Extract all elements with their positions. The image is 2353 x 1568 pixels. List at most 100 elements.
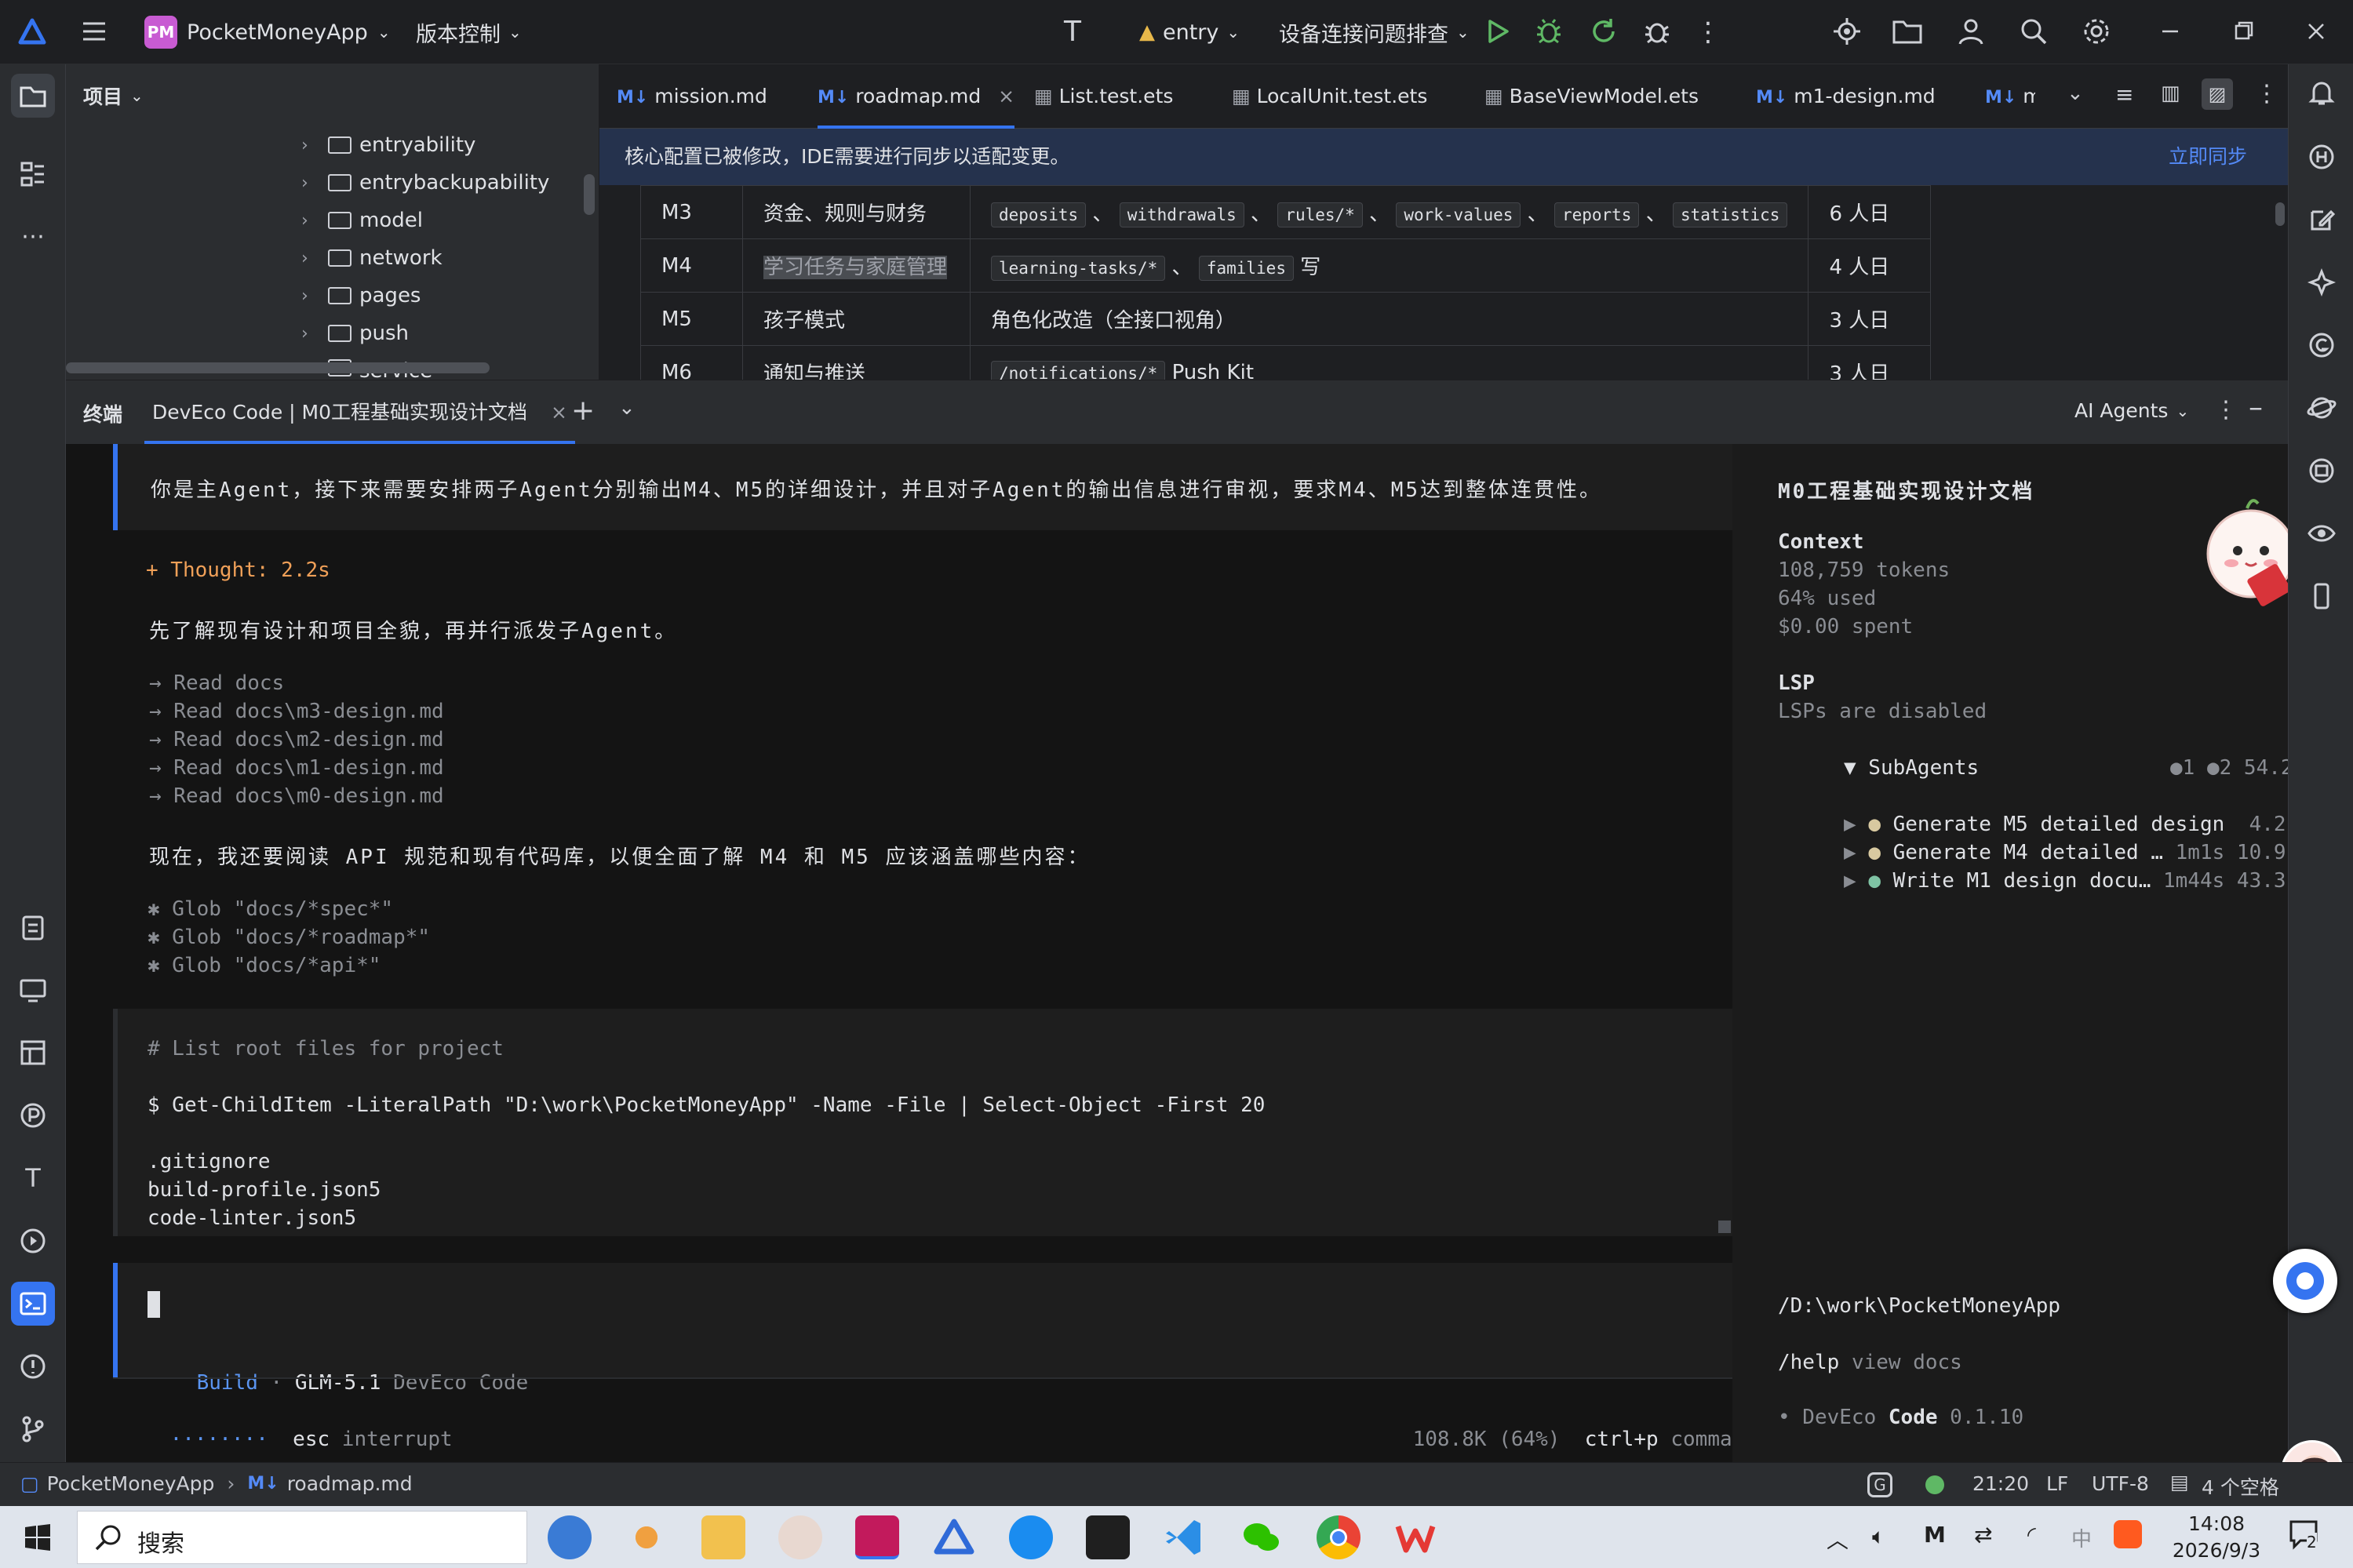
tab-roadmap-md[interactable]: M↓ roadmap.md × — [818, 64, 1015, 129]
tree-item-entryability[interactable]: › entryability — [301, 133, 475, 157]
taskbar-jetbrains-icon[interactable] — [855, 1515, 899, 1559]
tray-chevron-up-icon[interactable]: ︿ — [1827, 1523, 1849, 1555]
account-icon[interactable] — [1955, 16, 1987, 47]
app-logo-icon[interactable] — [17, 17, 47, 47]
problems-tool-icon[interactable] — [11, 1344, 55, 1388]
taskbar-file-explorer-icon[interactable] — [701, 1515, 745, 1559]
taskbar-app-blue-c-icon[interactable] — [1009, 1515, 1053, 1559]
tab-baseviewmodel-ets[interactable]: ▦ BaseViewModel.ets — [1484, 64, 1699, 129]
taskbar-deveco-icon[interactable] — [932, 1515, 976, 1559]
mascot-sticker[interactable] — [2200, 491, 2302, 609]
typography-tool-icon[interactable]: T — [11, 1156, 55, 1200]
taskbar-terminal-icon[interactable] — [1086, 1515, 1130, 1559]
close-icon[interactable] — [2302, 17, 2330, 45]
tree-item-model[interactable]: › model — [301, 209, 423, 232]
close-tab-icon[interactable]: × — [998, 85, 1014, 107]
tab-m1-design-md[interactable]: M↓ m1-design.md — [1756, 64, 1936, 129]
indent-setting[interactable]: 4 个空格 — [2202, 1472, 2288, 1501]
todo-tool-icon[interactable] — [11, 905, 55, 949]
taskbar-wps-icon[interactable] — [1393, 1515, 1437, 1559]
breadcrumb-file[interactable]: roadmap.md — [287, 1472, 413, 1495]
project-panel-header[interactable]: 项目 ⌄ — [83, 82, 144, 110]
tree-item-network[interactable]: › network — [301, 246, 443, 270]
eye-icon[interactable] — [2303, 518, 2340, 555]
line-ending[interactable]: LF — [2046, 1472, 2068, 1495]
split-view-icon[interactable]: ▥ — [2161, 82, 2180, 105]
layout-tool-icon[interactable] — [11, 1031, 55, 1075]
preview-icon[interactable]: ▨ — [2202, 78, 2233, 110]
add-tab-icon[interactable]: + — [571, 395, 595, 427]
minimize-panel-icon[interactable]: – — [2249, 391, 2263, 424]
apply-changes-icon[interactable] — [1588, 16, 1619, 47]
terminal-tool-icon[interactable] — [11, 1282, 55, 1326]
taskbar-vscode-icon[interactable] — [1163, 1515, 1207, 1559]
device-manager-icon[interactable] — [11, 968, 55, 1012]
cursor-position[interactable]: 21:20 — [1972, 1472, 2029, 1495]
gear-icon[interactable] — [2081, 16, 2112, 47]
project-tool-icon[interactable] — [11, 74, 55, 118]
edit-icon[interactable] — [2303, 204, 2340, 242]
debug-icon[interactable] — [1533, 16, 1564, 47]
chevron-down-icon[interactable]: ⌄ — [618, 396, 636, 420]
subagent-row[interactable]: ▶ ● Write M1 design docu… 1m44s 43.3k — [1844, 869, 2298, 893]
ai-assistant-icon[interactable] — [2303, 267, 2340, 304]
subagent-row[interactable]: ▶ ● Generate M5 detailed design 4.2s — [1844, 813, 2298, 836]
tree-item-entrybackupability[interactable]: › entrybackupability — [301, 171, 549, 195]
project-switcher[interactable]: PM PocketMoneyApp ⌄ — [144, 16, 391, 49]
more-tools-icon[interactable]: ⋯ — [11, 215, 55, 259]
gradle-icon[interactable] — [2303, 329, 2340, 367]
subagent-row[interactable]: ▶ ● Generate M4 detailed … 1m1s 10.9k — [1844, 841, 2298, 864]
minimize-icon[interactable] — [2156, 17, 2184, 45]
run-config-selector[interactable]: ▲ entry ⌄ — [1139, 16, 1240, 49]
file-encoding[interactable]: UTF-8 — [2092, 1472, 2149, 1495]
sync-now-link[interactable]: 立即同步 — [2169, 129, 2247, 185]
taskbar-wechat-icon[interactable] — [1240, 1515, 1284, 1559]
tray-network-switch-icon[interactable]: ⇄ — [1974, 1522, 1992, 1548]
plugin-icon[interactable] — [2303, 455, 2340, 493]
taskbar-app-avatar-icon[interactable] — [778, 1515, 822, 1559]
taskbar-clock[interactable]: 14:08 2026/9/3 — [2150, 1511, 2283, 1564]
tray-ime-indicator[interactable]: 中 — [2071, 1523, 2092, 1552]
git-tool-icon[interactable] — [11, 1407, 55, 1451]
subagents-toggle[interactable]: ▼ SubAgents — [1844, 756, 1979, 780]
more-vert-icon[interactable]: ⋮ — [1695, 14, 1721, 50]
tree-item-push[interactable]: › push — [301, 322, 409, 345]
close-tab-icon[interactable]: × — [551, 401, 567, 424]
folder-settings-icon[interactable] — [1891, 16, 1925, 47]
taskbar-chrome-icon[interactable] — [1317, 1515, 1360, 1559]
tab-list-test-ets[interactable]: ▦ List.test.ets — [1034, 64, 1173, 129]
planet-icon[interactable] — [2303, 392, 2340, 430]
run-icon[interactable] — [1481, 16, 1513, 47]
restore-icon[interactable] — [2230, 17, 2258, 45]
tab-mission-md[interactable]: M↓ mission.md — [617, 64, 767, 129]
copilot-icon[interactable]: G — [1867, 1472, 1892, 1497]
tab-deveco-code[interactable]: DevEco Code | M0工程基础实现设计文档 × — [144, 380, 575, 445]
harmony-icon[interactable] — [2303, 141, 2340, 179]
target-icon[interactable] — [1831, 16, 1863, 47]
structure-tool-icon[interactable] — [11, 152, 55, 196]
taskbar-app-bird-icon[interactable] — [548, 1515, 592, 1559]
services-tool-icon[interactable] — [11, 1219, 55, 1263]
tray-wifi-icon[interactable]: ◜ — [2027, 1522, 2036, 1548]
floating-assistant-button[interactable] — [2273, 1249, 2337, 1313]
taskbar-app-sun-icon[interactable] — [625, 1515, 668, 1559]
vertical-scrollbar[interactable] — [584, 174, 595, 215]
tray-volume-icon[interactable]: 🔈︎ — [1872, 1523, 1885, 1550]
tray-app-icon[interactable]: M — [1924, 1522, 1946, 1548]
notifications-icon[interactable] — [2303, 77, 2340, 115]
tab-overflow-md[interactable]: M↓ m( — [1985, 64, 2035, 129]
vcs-menu[interactable]: 版本控制 ⌄ — [416, 16, 522, 49]
horizontal-scrollbar[interactable] — [66, 362, 490, 373]
editor-scrollbar[interactable] — [2275, 202, 2285, 226]
device-icon[interactable] — [2303, 580, 2340, 618]
tab-localunit-test-ets[interactable]: ▦ LocalUnit.test.ets — [1232, 64, 1427, 129]
tab-list-chevron-icon[interactable]: ⌄ — [2067, 82, 2084, 105]
ai-agents-menu[interactable]: AI Agents ⌄ — [2074, 399, 2189, 422]
reader-mode-icon[interactable]: ≡ — [2115, 82, 2133, 107]
more-vert-icon[interactable]: ⋮ — [2255, 80, 2278, 107]
notification-center-icon[interactable]: 2 — [2288, 1519, 2332, 1556]
bug-icon[interactable] — [1641, 16, 1673, 47]
taskbar-search-box[interactable]: 搜索 — [77, 1511, 527, 1564]
tree-item-pages[interactable]: › pages — [301, 284, 421, 307]
profiler-tool-icon[interactable] — [11, 1093, 55, 1137]
